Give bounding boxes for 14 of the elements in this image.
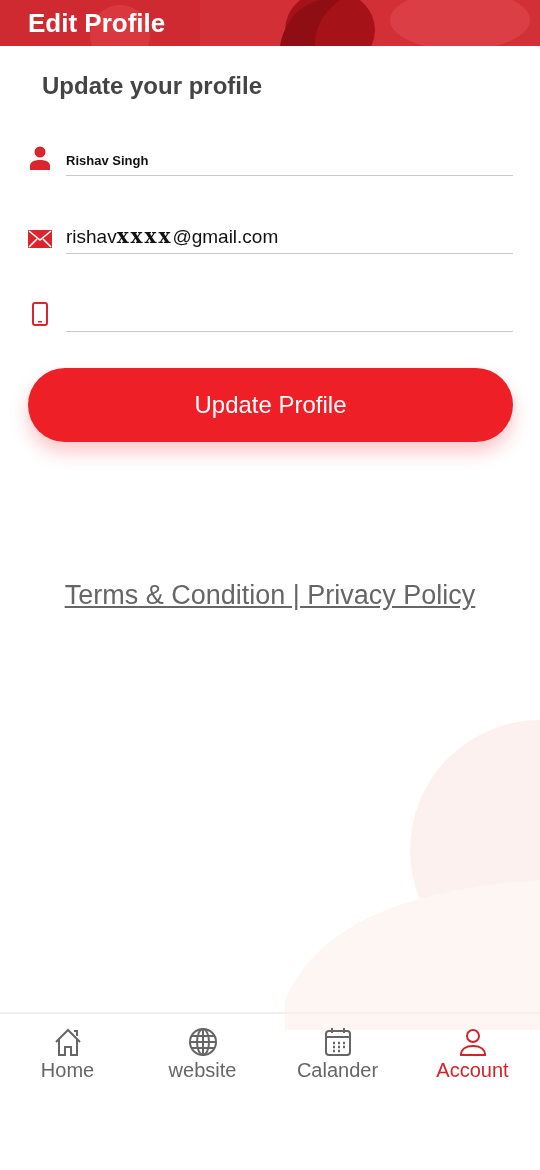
mail-icon xyxy=(28,230,52,248)
globe-icon xyxy=(186,1027,219,1057)
nav-tab[interactable]: Account xyxy=(405,1026,540,1083)
nav-tab[interactable]: Calander xyxy=(270,1026,405,1083)
name-field[interactable]: Rishav Singh xyxy=(66,138,513,176)
nav-tab[interactable]: Home xyxy=(0,1026,135,1083)
nav-tab[interactable]: website xyxy=(135,1026,270,1083)
person-icon xyxy=(29,146,51,170)
page-title: Edit Profile xyxy=(28,7,166,39)
email-field[interactable]: rishavxxxx@gmail.com xyxy=(66,216,513,254)
terms-privacy-link[interactable]: Terms & Condition | Privacy Policy xyxy=(64,580,476,611)
section-heading: Update your profile xyxy=(42,72,264,100)
phone-icon xyxy=(32,302,48,326)
update-profile-button[interactable]: Update Profile xyxy=(28,368,513,442)
